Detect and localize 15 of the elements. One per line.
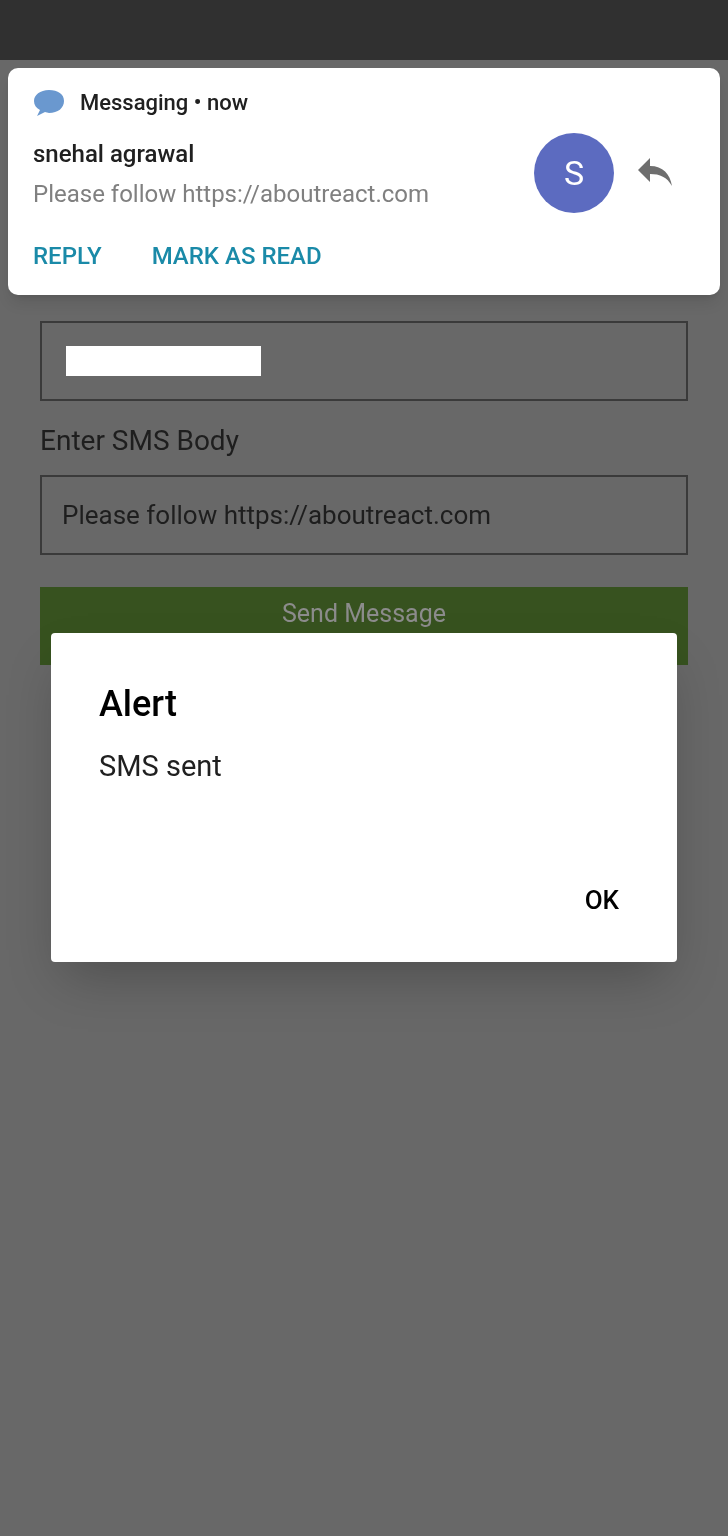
chat-bubble-icon — [32, 87, 66, 118]
dialog-message: SMS sent — [99, 748, 222, 785]
action-button[interactable]: MARK AS READ — [151, 238, 322, 274]
field-label: Enter SMS Body — [40, 423, 240, 459]
notification-card[interactable]: Messaging • now snehal agrawal Please follow https://aboutreact.com S REPLY MARK AS READ — [8, 68, 720, 295]
sender-name: snehal agrawal — [33, 139, 195, 170]
message-preview: Please follow https://aboutreact.com — [33, 179, 429, 210]
avatar: S — [534, 133, 614, 213]
input-field[interactable]: Please follow https://aboutreact.com — [40, 475, 688, 555]
input-field[interactable] — [40, 321, 688, 401]
action-button[interactable]: REPLY — [33, 238, 102, 274]
dialog-title: Alert — [99, 682, 177, 727]
app-name: Messaging • now — [80, 89, 248, 117]
reply-icon[interactable] — [636, 156, 674, 188]
ok-button[interactable]: OK — [582, 881, 621, 920]
